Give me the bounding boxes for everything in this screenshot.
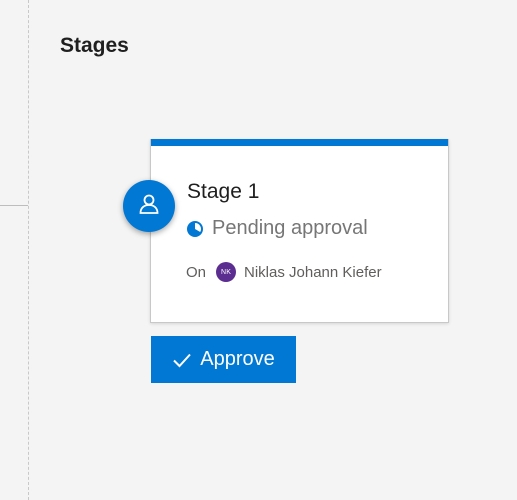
stage-name: Stage 1 (187, 180, 260, 203)
approver-name: Niklas Johann Kiefer (244, 263, 382, 281)
approver-row: On NK Niklas Johann Kiefer (186, 262, 382, 282)
clock-icon (186, 220, 204, 238)
page-title: Stages (60, 34, 129, 57)
user-icon (137, 192, 161, 221)
stage-card-accent (151, 139, 448, 146)
stage-card[interactable]: Stage 1 Pending approval On NK Niklas Jo… (150, 139, 449, 323)
status-text: Pending approval (212, 217, 368, 239)
stage-avatar[interactable] (123, 180, 175, 232)
avatar: NK (216, 262, 237, 282)
checkmark-icon (172, 350, 192, 370)
stage-connector-line (0, 205, 28, 206)
approve-button[interactable]: Approve (151, 336, 296, 383)
stage-status: Pending approval (186, 217, 368, 240)
approve-label: Approve (200, 348, 275, 370)
on-label: On (186, 263, 207, 281)
timeline-dashed-line (28, 0, 29, 500)
